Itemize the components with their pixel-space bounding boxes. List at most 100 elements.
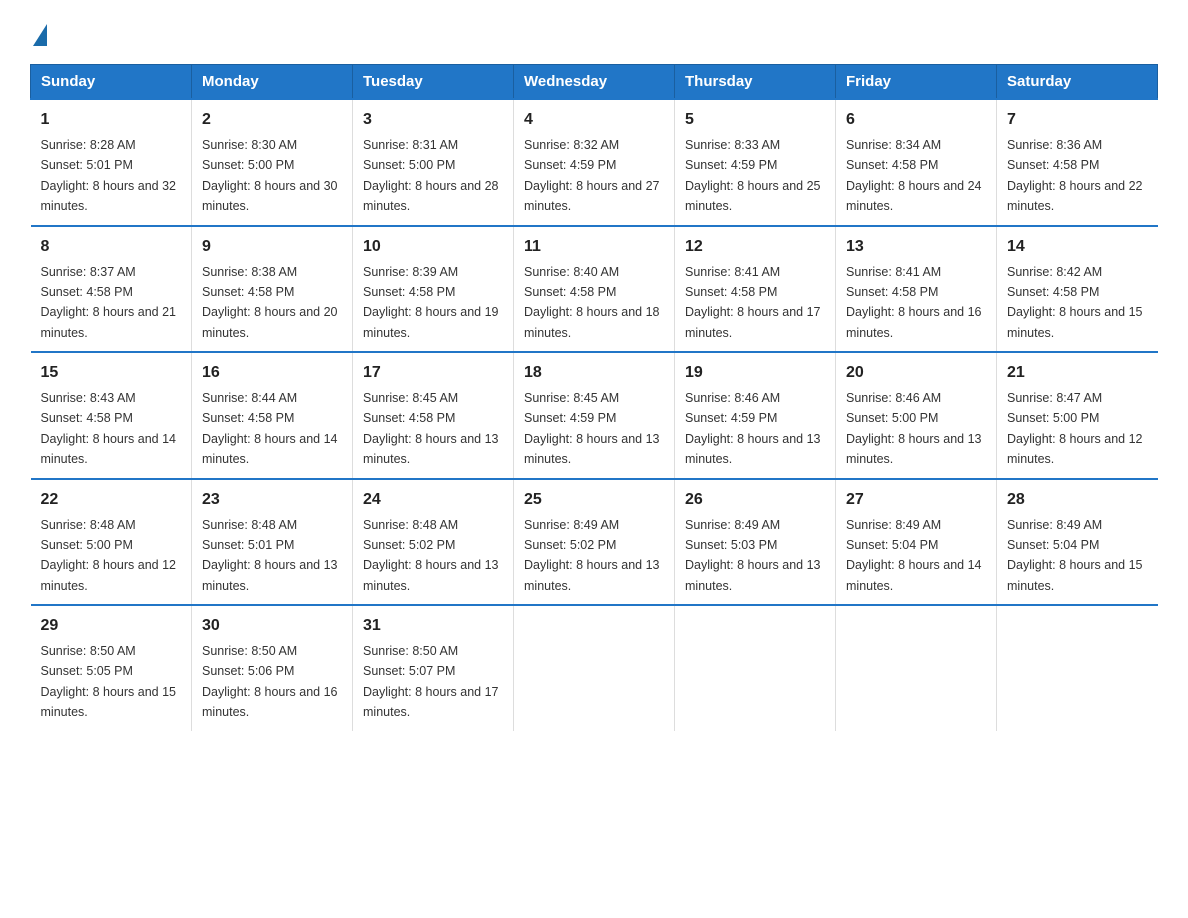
day-info: Sunrise: 8:37 AMSunset: 4:58 PMDaylight:…: [41, 265, 177, 340]
day-info: Sunrise: 8:43 AMSunset: 4:58 PMDaylight:…: [41, 391, 177, 466]
calendar-cell: 31 Sunrise: 8:50 AMSunset: 5:07 PMDaylig…: [353, 605, 514, 731]
day-number: 27: [846, 488, 986, 512]
day-info: Sunrise: 8:48 AMSunset: 5:02 PMDaylight:…: [363, 518, 499, 593]
calendar-cell: 21 Sunrise: 8:47 AMSunset: 5:00 PMDaylig…: [997, 352, 1158, 479]
day-info: Sunrise: 8:32 AMSunset: 4:59 PMDaylight:…: [524, 138, 660, 213]
day-number: 26: [685, 488, 825, 512]
calendar-cell: 3 Sunrise: 8:31 AMSunset: 5:00 PMDayligh…: [353, 99, 514, 226]
day-info: Sunrise: 8:36 AMSunset: 4:58 PMDaylight:…: [1007, 138, 1143, 213]
calendar-cell: 8 Sunrise: 8:37 AMSunset: 4:58 PMDayligh…: [31, 226, 192, 353]
calendar-cell: 18 Sunrise: 8:45 AMSunset: 4:59 PMDaylig…: [514, 352, 675, 479]
calendar-cell: 16 Sunrise: 8:44 AMSunset: 4:58 PMDaylig…: [192, 352, 353, 479]
day-info: Sunrise: 8:48 AMSunset: 5:01 PMDaylight:…: [202, 518, 338, 593]
day-info: Sunrise: 8:33 AMSunset: 4:59 PMDaylight:…: [685, 138, 821, 213]
calendar-cell: 10 Sunrise: 8:39 AMSunset: 4:58 PMDaylig…: [353, 226, 514, 353]
day-number: 17: [363, 361, 503, 385]
day-info: Sunrise: 8:30 AMSunset: 5:00 PMDaylight:…: [202, 138, 338, 213]
day-info: Sunrise: 8:46 AMSunset: 4:59 PMDaylight:…: [685, 391, 821, 466]
day-info: Sunrise: 8:46 AMSunset: 5:00 PMDaylight:…: [846, 391, 982, 466]
day-info: Sunrise: 8:49 AMSunset: 5:02 PMDaylight:…: [524, 518, 660, 593]
day-info: Sunrise: 8:34 AMSunset: 4:58 PMDaylight:…: [846, 138, 982, 213]
calendar-cell: 20 Sunrise: 8:46 AMSunset: 5:00 PMDaylig…: [836, 352, 997, 479]
calendar-cell: 29 Sunrise: 8:50 AMSunset: 5:05 PMDaylig…: [31, 605, 192, 731]
page-header: [30, 20, 1158, 46]
day-number: 28: [1007, 488, 1148, 512]
day-number: 24: [363, 488, 503, 512]
calendar-header-sunday: Sunday: [31, 65, 192, 100]
calendar-cell: 17 Sunrise: 8:45 AMSunset: 4:58 PMDaylig…: [353, 352, 514, 479]
calendar-week-row: 29 Sunrise: 8:50 AMSunset: 5:05 PMDaylig…: [31, 605, 1158, 731]
day-number: 19: [685, 361, 825, 385]
day-info: Sunrise: 8:49 AMSunset: 5:04 PMDaylight:…: [1007, 518, 1143, 593]
calendar-header-friday: Friday: [836, 65, 997, 100]
calendar-cell: 1 Sunrise: 8:28 AMSunset: 5:01 PMDayligh…: [31, 99, 192, 226]
calendar-cell: [836, 605, 997, 731]
day-number: 21: [1007, 361, 1148, 385]
day-number: 8: [41, 235, 182, 259]
calendar-cell: 25 Sunrise: 8:49 AMSunset: 5:02 PMDaylig…: [514, 479, 675, 606]
day-info: Sunrise: 8:38 AMSunset: 4:58 PMDaylight:…: [202, 265, 338, 340]
day-number: 11: [524, 235, 664, 259]
day-number: 10: [363, 235, 503, 259]
day-number: 16: [202, 361, 342, 385]
calendar-cell: 5 Sunrise: 8:33 AMSunset: 4:59 PMDayligh…: [675, 99, 836, 226]
day-number: 12: [685, 235, 825, 259]
calendar-cell: 15 Sunrise: 8:43 AMSunset: 4:58 PMDaylig…: [31, 352, 192, 479]
day-info: Sunrise: 8:42 AMSunset: 4:58 PMDaylight:…: [1007, 265, 1143, 340]
day-number: 31: [363, 614, 503, 638]
calendar-cell: 28 Sunrise: 8:49 AMSunset: 5:04 PMDaylig…: [997, 479, 1158, 606]
day-number: 18: [524, 361, 664, 385]
calendar-cell: 6 Sunrise: 8:34 AMSunset: 4:58 PMDayligh…: [836, 99, 997, 226]
day-number: 6: [846, 108, 986, 132]
day-number: 3: [363, 108, 503, 132]
day-number: 4: [524, 108, 664, 132]
calendar-cell: 12 Sunrise: 8:41 AMSunset: 4:58 PMDaylig…: [675, 226, 836, 353]
day-info: Sunrise: 8:45 AMSunset: 4:58 PMDaylight:…: [363, 391, 499, 466]
calendar-header-row: SundayMondayTuesdayWednesdayThursdayFrid…: [31, 65, 1158, 100]
calendar-cell: [997, 605, 1158, 731]
calendar-week-row: 22 Sunrise: 8:48 AMSunset: 5:00 PMDaylig…: [31, 479, 1158, 606]
calendar-cell: 11 Sunrise: 8:40 AMSunset: 4:58 PMDaylig…: [514, 226, 675, 353]
day-number: 14: [1007, 235, 1148, 259]
calendar-header-thursday: Thursday: [675, 65, 836, 100]
day-info: Sunrise: 8:45 AMSunset: 4:59 PMDaylight:…: [524, 391, 660, 466]
calendar-header-wednesday: Wednesday: [514, 65, 675, 100]
day-number: 1: [41, 108, 182, 132]
day-number: 2: [202, 108, 342, 132]
calendar-header-monday: Monday: [192, 65, 353, 100]
day-info: Sunrise: 8:50 AMSunset: 5:07 PMDaylight:…: [363, 644, 499, 719]
day-number: 25: [524, 488, 664, 512]
day-info: Sunrise: 8:31 AMSunset: 5:00 PMDaylight:…: [363, 138, 499, 213]
day-info: Sunrise: 8:47 AMSunset: 5:00 PMDaylight:…: [1007, 391, 1143, 466]
day-number: 23: [202, 488, 342, 512]
calendar-cell: 30 Sunrise: 8:50 AMSunset: 5:06 PMDaylig…: [192, 605, 353, 731]
day-info: Sunrise: 8:41 AMSunset: 4:58 PMDaylight:…: [846, 265, 982, 340]
calendar-header-tuesday: Tuesday: [353, 65, 514, 100]
day-number: 5: [685, 108, 825, 132]
calendar-cell: 27 Sunrise: 8:49 AMSunset: 5:04 PMDaylig…: [836, 479, 997, 606]
day-number: 15: [41, 361, 182, 385]
day-number: 9: [202, 235, 342, 259]
day-info: Sunrise: 8:39 AMSunset: 4:58 PMDaylight:…: [363, 265, 499, 340]
calendar-cell: 19 Sunrise: 8:46 AMSunset: 4:59 PMDaylig…: [675, 352, 836, 479]
day-info: Sunrise: 8:40 AMSunset: 4:58 PMDaylight:…: [524, 265, 660, 340]
calendar-cell: [514, 605, 675, 731]
logo-triangle-icon: [33, 24, 47, 46]
day-number: 29: [41, 614, 182, 638]
calendar-cell: 2 Sunrise: 8:30 AMSunset: 5:00 PMDayligh…: [192, 99, 353, 226]
day-info: Sunrise: 8:50 AMSunset: 5:05 PMDaylight:…: [41, 644, 177, 719]
calendar-cell: 7 Sunrise: 8:36 AMSunset: 4:58 PMDayligh…: [997, 99, 1158, 226]
day-info: Sunrise: 8:28 AMSunset: 5:01 PMDaylight:…: [41, 138, 177, 213]
calendar-header-saturday: Saturday: [997, 65, 1158, 100]
day-info: Sunrise: 8:44 AMSunset: 4:58 PMDaylight:…: [202, 391, 338, 466]
day-number: 7: [1007, 108, 1148, 132]
calendar-cell: 23 Sunrise: 8:48 AMSunset: 5:01 PMDaylig…: [192, 479, 353, 606]
day-info: Sunrise: 8:48 AMSunset: 5:00 PMDaylight:…: [41, 518, 177, 593]
calendar-week-row: 15 Sunrise: 8:43 AMSunset: 4:58 PMDaylig…: [31, 352, 1158, 479]
calendar-cell: 4 Sunrise: 8:32 AMSunset: 4:59 PMDayligh…: [514, 99, 675, 226]
calendar-week-row: 8 Sunrise: 8:37 AMSunset: 4:58 PMDayligh…: [31, 226, 1158, 353]
calendar-cell: 22 Sunrise: 8:48 AMSunset: 5:00 PMDaylig…: [31, 479, 192, 606]
day-info: Sunrise: 8:50 AMSunset: 5:06 PMDaylight:…: [202, 644, 338, 719]
day-info: Sunrise: 8:49 AMSunset: 5:03 PMDaylight:…: [685, 518, 821, 593]
calendar-table: SundayMondayTuesdayWednesdayThursdayFrid…: [30, 64, 1158, 731]
